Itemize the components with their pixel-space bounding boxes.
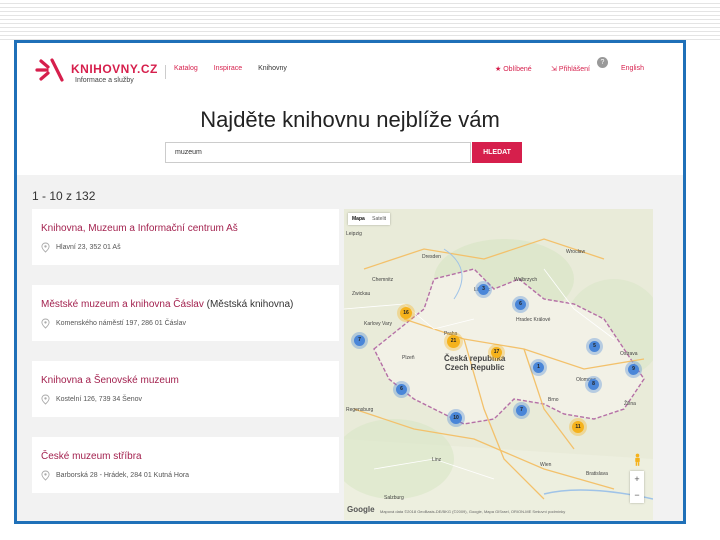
map-cluster-marker[interactable]: 6: [396, 384, 407, 395]
nav-katalog[interactable]: Katalog: [174, 65, 198, 72]
background-stripes: [0, 0, 720, 40]
map-cluster-marker[interactable]: 21: [447, 335, 460, 348]
result-title[interactable]: Knihovna a Šenovské muzeum: [41, 375, 179, 386]
star-icon: ★: [495, 66, 502, 73]
search-button[interactable]: HLEDAT: [472, 142, 522, 163]
result-address: Komenského náměstí 197, 286 01 Čáslav: [56, 320, 186, 327]
result-card[interactable]: Knihovna a Šenovské muzeum Kostelní 126,…: [32, 361, 339, 417]
result-title[interactable]: České muzeum stříbra: [41, 451, 142, 462]
map-city-label: Linz: [432, 457, 442, 463]
map-city-label: Leipzig: [346, 231, 362, 237]
map-pin-icon: [41, 470, 50, 481]
map-zoom-control: + −: [630, 471, 644, 503]
map-pin-icon: [41, 242, 50, 253]
map-city-label: Ostrava: [620, 351, 638, 357]
logo-subtitle: Informace a služby: [75, 77, 134, 84]
language-switch[interactable]: English: [621, 65, 644, 72]
favorites-label: Oblíbené: [503, 66, 532, 73]
nav-knihovny[interactable]: Knihovny: [258, 65, 287, 72]
map-type-tabs[interactable]: Mapa Satelit: [348, 213, 391, 225]
logo-name[interactable]: KNIHOVNY.CZ: [71, 62, 158, 76]
map-cluster-marker[interactable]: 16: [400, 307, 412, 319]
country-name-en: Czech Republic: [444, 363, 505, 372]
map-city-label: Chemnitz: [372, 277, 394, 283]
result-address: Barborská 28 - Hrádek, 284 01 Kutná Hora: [56, 472, 190, 479]
map-city-label: Bratislava: [586, 471, 608, 477]
zoom-in-button[interactable]: +: [630, 471, 644, 487]
map-cluster-marker[interactable]: 10: [450, 412, 462, 424]
screenshot-frame: KNIHOVNY.CZ Informace a služby Katalog I…: [14, 40, 686, 524]
street-view-pegman-icon[interactable]: [633, 453, 642, 466]
favorites-link[interactable]: ★ Oblíbené: [495, 65, 532, 73]
map-city-label: Plzeň: [402, 355, 415, 361]
map-city-label: Žilina: [624, 401, 636, 407]
results-map[interactable]: Mapa Satelit Leipzig Dresden Wrocław Che…: [344, 209, 653, 520]
map-city-label: Brno: [548, 397, 559, 403]
map-copyright: Mapová data ©2018 GeoBasis-DE/BKG (©2009…: [380, 509, 566, 514]
map-cluster-marker[interactable]: 7: [354, 335, 365, 346]
result-title[interactable]: Knihovna, Muzeum a Informační centrum Aš: [41, 223, 238, 234]
map-cluster-marker[interactable]: 1: [533, 362, 544, 373]
map-cluster-marker[interactable]: 8: [588, 379, 599, 390]
map-pin-icon: [41, 318, 50, 329]
map-city-label: Dresden: [422, 254, 441, 260]
results-count: 1 - 10 z 132: [32, 189, 96, 203]
search-input[interactable]: [165, 142, 471, 163]
map-city-label: Wałbrzych: [514, 277, 538, 283]
result-title[interactable]: Městské muzeum a knihovna Čáslav (Městsk…: [41, 299, 293, 310]
map-city-label: Regensburg: [346, 407, 374, 413]
map-tab-map[interactable]: Mapa: [352, 216, 365, 222]
map-cluster-marker[interactable]: 6: [515, 299, 526, 310]
zoom-out-button[interactable]: −: [630, 487, 644, 503]
map-cluster-marker[interactable]: 9: [628, 364, 639, 375]
top-navigation: KNIHOVNY.CZ Informace a služby Katalog I…: [17, 43, 683, 93]
login-link[interactable]: ⇲ Přihlášení: [551, 65, 590, 73]
login-label: Přihlášení: [558, 66, 590, 73]
map-city-label: Salzburg: [384, 495, 404, 501]
map-pin-icon: [41, 394, 50, 405]
map-city-label: Wrocław: [566, 249, 586, 255]
login-icon: ⇲: [551, 66, 557, 73]
map-cluster-marker[interactable]: 17: [491, 347, 502, 358]
google-logo: Google: [347, 505, 375, 514]
map-cluster-marker[interactable]: 5: [589, 341, 600, 352]
map-city-label: Hradec Králové: [516, 317, 551, 323]
result-card[interactable]: České muzeum stříbra Barborská 28 - Hrád…: [32, 437, 339, 493]
result-address: Kostelní 126, 739 34 Šenov: [56, 396, 143, 403]
result-card[interactable]: Městské muzeum a knihovna Čáslav (Městsk…: [32, 285, 339, 341]
map-cluster-marker[interactable]: 11: [572, 421, 584, 433]
map-city-label: Zwickau: [352, 291, 371, 297]
logo-icon[interactable]: [35, 57, 65, 83]
map-tab-satellite[interactable]: Satelit: [372, 216, 386, 222]
map-city-label: Karlovy Vary: [364, 321, 392, 327]
help-icon[interactable]: ?: [597, 57, 608, 68]
result-address: Hlavní 23, 352 01 Aš: [56, 244, 121, 251]
result-card[interactable]: Knihovna, Muzeum a Informační centrum Aš…: [32, 209, 339, 265]
map-cluster-marker[interactable]: 7: [516, 405, 527, 416]
nav-inspirace[interactable]: Inspirace: [214, 65, 242, 72]
map-city-label: Wien: [540, 462, 552, 468]
map-cluster-marker[interactable]: 3: [478, 284, 489, 295]
main-nav: Katalog Inspirace Knihovny: [165, 65, 301, 79]
page-title: Najděte knihovnu nejblíže vám: [200, 107, 500, 132]
